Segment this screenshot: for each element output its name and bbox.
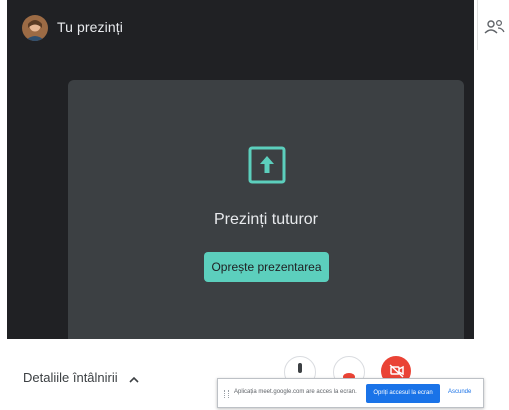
presentation-panel: Prezinți tuturor Oprește prezentarea [68,80,464,339]
meeting-details-label: Detaliile întâlnirii [23,370,118,385]
screen-share-message: Aplicația meet.google.com are acces la e… [234,389,357,395]
chevron-up-icon [129,371,139,386]
people-icon [484,20,505,34]
present-screen-icon [248,146,286,184]
presenting-title: Prezinți tuturor [213,211,319,228]
meeting-stage: Tu prezinți Prezinți tuturor Oprește pre… [7,0,474,339]
stop-sharing-button[interactable]: Opriți accesul la ecran [366,384,440,403]
presenter-bar: Tu prezinți [7,0,474,50]
hide-button[interactable]: Ascunde [448,389,471,395]
screen-share-notification: Aplicația meet.google.com are acces la e… [217,378,484,408]
meeting-details-toggle[interactable]: Detaliile întâlnirii [23,370,139,386]
avatar [22,15,48,41]
people-tab[interactable] [477,0,509,50]
stop-presenting-button[interactable]: Oprește prezentarea [204,252,329,282]
drag-handle[interactable] [224,390,229,398]
presenter-name: Tu prezinți [57,19,123,35]
